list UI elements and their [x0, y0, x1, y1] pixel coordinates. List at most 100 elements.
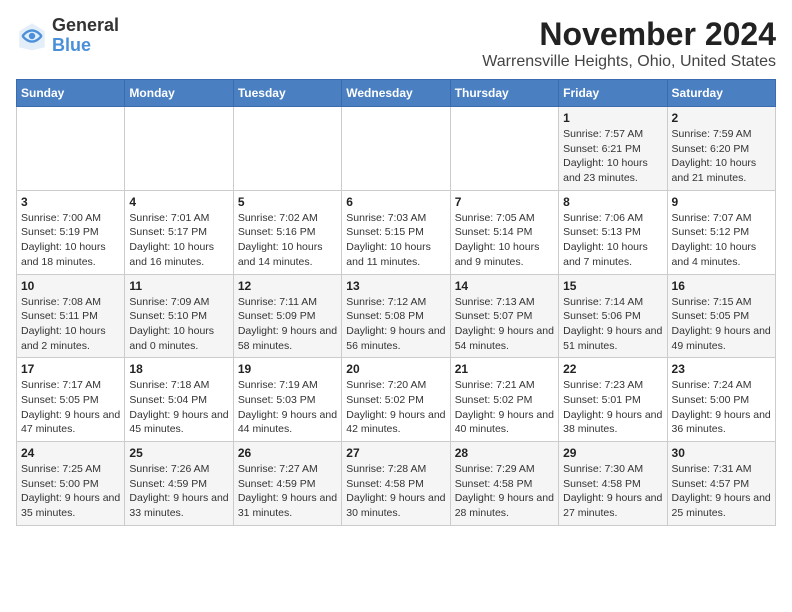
- calendar-cell: 2 Sunrise: 7:59 AM Sunset: 6:20 PM Daylig…: [667, 107, 775, 191]
- calendar-cell: 16 Sunrise: 7:15 AM Sunset: 5:05 PM Dayli…: [667, 274, 775, 358]
- weekday-header-wednesday: Wednesday: [342, 80, 450, 107]
- calendar-cell: 30 Sunrise: 7:31 AM Sunset: 4:57 PM Dayli…: [667, 442, 775, 526]
- day-info: Sunrise: 7:29 AM Sunset: 4:58 PM Dayligh…: [455, 462, 554, 521]
- calendar-cell: 9Sunrise: 7:07 AM Sunset: 5:12 PM Daylig…: [667, 190, 775, 274]
- logo-icon: [16, 20, 48, 52]
- day-number: 6: [346, 195, 445, 209]
- day-info: Sunrise: 7:06 AM Sunset: 5:13 PM Dayligh…: [563, 211, 662, 270]
- day-info: Sunrise: 7:57 AM Sunset: 6:21 PM Dayligh…: [563, 127, 662, 186]
- weekday-header-monday: Monday: [125, 80, 233, 107]
- day-number: 3: [21, 195, 120, 209]
- day-number: 27: [346, 446, 445, 460]
- day-info: Sunrise: 7:05 AM Sunset: 5:14 PM Dayligh…: [455, 211, 554, 270]
- day-number: 8: [563, 195, 662, 209]
- day-info: Sunrise: 7:27 AM Sunset: 4:59 PM Dayligh…: [238, 462, 337, 521]
- day-number: 26: [238, 446, 337, 460]
- day-info: Sunrise: 7:59 AM Sunset: 6:20 PM Dayligh…: [672, 127, 771, 186]
- day-number: 30: [672, 446, 771, 460]
- calendar-week-row: 3 Sunrise: 7:00 AM Sunset: 5:19 PM Daylig…: [17, 190, 776, 274]
- day-info: Sunrise: 7:09 AM Sunset: 5:10 PM Dayligh…: [129, 295, 228, 354]
- calendar-cell: 14 Sunrise: 7:13 AM Sunset: 5:07 PM Dayli…: [450, 274, 558, 358]
- logo: General Blue: [16, 16, 119, 56]
- day-number: 12: [238, 279, 337, 293]
- day-info: Sunrise: 7:31 AM Sunset: 4:57 PM Dayligh…: [672, 462, 771, 521]
- calendar-cell: 4 Sunrise: 7:01 AM Sunset: 5:17 PM Daylig…: [125, 190, 233, 274]
- calendar-cell: 3 Sunrise: 7:00 AM Sunset: 5:19 PM Daylig…: [17, 190, 125, 274]
- day-info: Sunrise: 7:18 AM Sunset: 5:04 PM Dayligh…: [129, 378, 228, 437]
- calendar-cell: 21 Sunrise: 7:21 AM Sunset: 5:02 PM Dayli…: [450, 358, 558, 442]
- day-info: Sunrise: 7:11 AM Sunset: 5:09 PM Dayligh…: [238, 295, 337, 354]
- location-title: Warrensville Heights, Ohio, United State…: [482, 53, 776, 71]
- calendar-cell: 22 Sunrise: 7:23 AM Sunset: 5:01 PM Dayli…: [559, 358, 667, 442]
- day-number: 23: [672, 362, 771, 376]
- day-number: 14: [455, 279, 554, 293]
- calendar-cell: 5 Sunrise: 7:02 AM Sunset: 5:16 PM Daylig…: [233, 190, 341, 274]
- day-number: 1: [563, 111, 662, 125]
- day-number: 16: [672, 279, 771, 293]
- calendar-cell: [450, 107, 558, 191]
- day-info: Sunrise: 7:30 AM Sunset: 4:58 PM Dayligh…: [563, 462, 662, 521]
- calendar-cell: 11 Sunrise: 7:09 AM Sunset: 5:10 PM Dayli…: [125, 274, 233, 358]
- day-info: Sunrise: 7:08 AM Sunset: 5:11 PM Dayligh…: [21, 295, 120, 354]
- day-info: Sunrise: 7:01 AM Sunset: 5:17 PM Dayligh…: [129, 211, 228, 270]
- calendar-cell: 26 Sunrise: 7:27 AM Sunset: 4:59 PM Dayli…: [233, 442, 341, 526]
- day-number: 24: [21, 446, 120, 460]
- calendar-cell: 25Sunrise: 7:26 AM Sunset: 4:59 PM Dayli…: [125, 442, 233, 526]
- day-number: 2: [672, 111, 771, 125]
- weekday-header-thursday: Thursday: [450, 80, 558, 107]
- day-info: Sunrise: 7:02 AM Sunset: 5:16 PM Dayligh…: [238, 211, 337, 270]
- day-info: Sunrise: 7:28 AM Sunset: 4:58 PM Dayligh…: [346, 462, 445, 521]
- day-info: Sunrise: 7:24 AM Sunset: 5:00 PM Dayligh…: [672, 378, 771, 437]
- calendar-cell: 10 Sunrise: 7:08 AM Sunset: 5:11 PM Dayli…: [17, 274, 125, 358]
- day-info: Sunrise: 7:17 AM Sunset: 5:05 PM Dayligh…: [21, 378, 120, 437]
- day-info: Sunrise: 7:13 AM Sunset: 5:07 PM Dayligh…: [455, 295, 554, 354]
- day-number: 7: [455, 195, 554, 209]
- calendar-cell: 7 Sunrise: 7:05 AM Sunset: 5:14 PM Daylig…: [450, 190, 558, 274]
- calendar-cell: 28 Sunrise: 7:29 AM Sunset: 4:58 PM Dayli…: [450, 442, 558, 526]
- weekday-header-friday: Friday: [559, 80, 667, 107]
- day-number: 20: [346, 362, 445, 376]
- weekday-header-tuesday: Tuesday: [233, 80, 341, 107]
- day-info: Sunrise: 7:14 AM Sunset: 5:06 PM Dayligh…: [563, 295, 662, 354]
- day-number: 5: [238, 195, 337, 209]
- day-number: 15: [563, 279, 662, 293]
- calendar-week-row: 24Sunrise: 7:25 AM Sunset: 5:00 PM Dayli…: [17, 442, 776, 526]
- calendar-table: SundayMondayTuesdayWednesdayThursdayFrid…: [16, 79, 776, 526]
- day-info: Sunrise: 7:00 AM Sunset: 5:19 PM Dayligh…: [21, 211, 120, 270]
- calendar-cell: 13Sunrise: 7:12 AM Sunset: 5:08 PM Dayli…: [342, 274, 450, 358]
- calendar-week-row: 1 Sunrise: 7:57 AM Sunset: 6:21 PM Daylig…: [17, 107, 776, 191]
- day-info: Sunrise: 7:07 AM Sunset: 5:12 PM Dayligh…: [672, 211, 771, 270]
- calendar-cell: [125, 107, 233, 191]
- logo-text: General Blue: [52, 16, 119, 56]
- day-number: 22: [563, 362, 662, 376]
- weekday-header-sunday: Sunday: [17, 80, 125, 107]
- calendar-cell: 19 Sunrise: 7:19 AM Sunset: 5:03 PM Dayli…: [233, 358, 341, 442]
- day-number: 19: [238, 362, 337, 376]
- day-info: Sunrise: 7:21 AM Sunset: 5:02 PM Dayligh…: [455, 378, 554, 437]
- calendar-cell: 6Sunrise: 7:03 AM Sunset: 5:15 PM Daylig…: [342, 190, 450, 274]
- day-info: Sunrise: 7:19 AM Sunset: 5:03 PM Dayligh…: [238, 378, 337, 437]
- day-number: 29: [563, 446, 662, 460]
- day-info: Sunrise: 7:23 AM Sunset: 5:01 PM Dayligh…: [563, 378, 662, 437]
- calendar-cell: 8 Sunrise: 7:06 AM Sunset: 5:13 PM Daylig…: [559, 190, 667, 274]
- calendar-cell: 12 Sunrise: 7:11 AM Sunset: 5:09 PM Dayli…: [233, 274, 341, 358]
- day-number: 4: [129, 195, 228, 209]
- title-area: November 2024 Warrensville Heights, Ohio…: [482, 16, 776, 71]
- calendar-cell: 20Sunrise: 7:20 AM Sunset: 5:02 PM Dayli…: [342, 358, 450, 442]
- day-number: 11: [129, 279, 228, 293]
- day-info: Sunrise: 7:15 AM Sunset: 5:05 PM Dayligh…: [672, 295, 771, 354]
- day-number: 28: [455, 446, 554, 460]
- calendar-cell: [17, 107, 125, 191]
- day-info: Sunrise: 7:26 AM Sunset: 4:59 PM Dayligh…: [129, 462, 228, 521]
- calendar-cell: 17Sunrise: 7:17 AM Sunset: 5:05 PM Dayli…: [17, 358, 125, 442]
- calendar-cell: 29 Sunrise: 7:30 AM Sunset: 4:58 PM Dayli…: [559, 442, 667, 526]
- day-number: 10: [21, 279, 120, 293]
- month-title: November 2024: [482, 16, 776, 53]
- calendar-cell: 27 Sunrise: 7:28 AM Sunset: 4:58 PM Dayli…: [342, 442, 450, 526]
- calendar-week-row: 17Sunrise: 7:17 AM Sunset: 5:05 PM Dayli…: [17, 358, 776, 442]
- weekday-header-row: SundayMondayTuesdayWednesdayThursdayFrid…: [17, 80, 776, 107]
- calendar-cell: 23 Sunrise: 7:24 AM Sunset: 5:00 PM Dayli…: [667, 358, 775, 442]
- calendar-week-row: 10 Sunrise: 7:08 AM Sunset: 5:11 PM Dayli…: [17, 274, 776, 358]
- day-number: 21: [455, 362, 554, 376]
- calendar-cell: [342, 107, 450, 191]
